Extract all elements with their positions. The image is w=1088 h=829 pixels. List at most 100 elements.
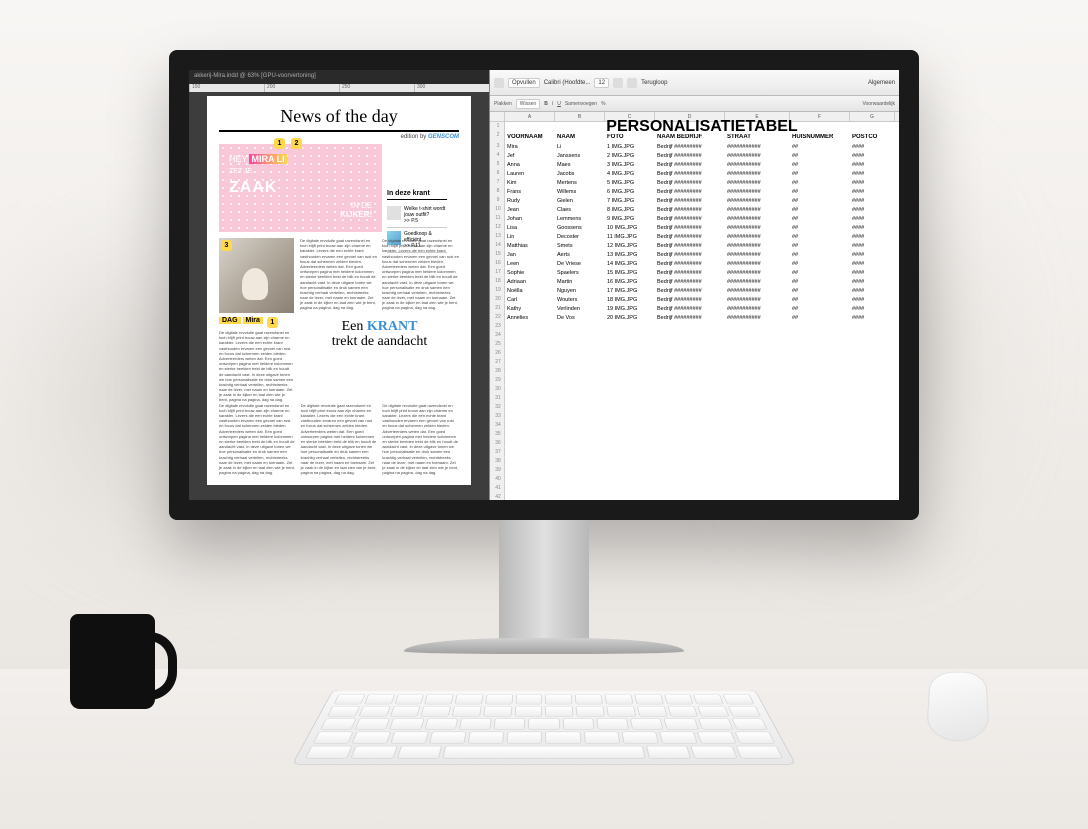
- cell[interactable]: ##: [790, 261, 850, 267]
- table-row[interactable]: 5AnnaMaes3 IMG.JPGBedrijf ##############…: [490, 160, 899, 169]
- cell[interactable]: 13 IMG.JPG: [605, 252, 655, 258]
- wissen-button[interactable]: Wissen: [516, 99, 540, 109]
- new-icon[interactable]: [494, 78, 504, 88]
- row-number[interactable]: 7: [490, 178, 505, 187]
- cell[interactable]: Johan: [505, 216, 555, 222]
- cell[interactable]: Aerts: [555, 252, 605, 258]
- cell[interactable]: ##: [790, 144, 850, 150]
- cell[interactable]: De Vos: [555, 315, 605, 321]
- table-row-empty[interactable]: 31: [490, 394, 899, 403]
- cell[interactable]: ###########: [725, 171, 790, 177]
- cell[interactable]: ###########: [725, 216, 790, 222]
- cell[interactable]: Noëlla: [505, 288, 555, 294]
- row-number[interactable]: 9: [490, 196, 505, 205]
- row-1-title[interactable]: 1 PERSONALISATIETABEL: [490, 122, 899, 131]
- table-row[interactable]: 6LaurenJacobs4 IMG.JPGBedrijf ##########…: [490, 169, 899, 178]
- table-row-empty[interactable]: 25: [490, 340, 899, 349]
- table-row[interactable]: 11JohanLemmens9 IMG.JPGBedrijf #########…: [490, 214, 899, 223]
- table-row[interactable]: 19NoëllaNguyen17 IMG.JPGBedrijf ########…: [490, 286, 899, 295]
- row-number[interactable]: 8: [490, 187, 505, 196]
- table-row[interactable]: 10JeanClaes8 IMG.JPGBedrijf ############…: [490, 205, 899, 214]
- cell[interactable]: Bedrijf #########: [655, 225, 725, 231]
- underline-icon[interactable]: U: [557, 101, 561, 107]
- table-row-empty[interactable]: 39: [490, 466, 899, 475]
- cell[interactable]: Verlinden: [555, 306, 605, 312]
- select-all[interactable]: [490, 112, 505, 121]
- row-number[interactable]: 6: [490, 169, 505, 178]
- cell[interactable]: Adriaan: [505, 279, 555, 285]
- cell[interactable]: ##: [790, 288, 850, 294]
- cell[interactable]: ####: [850, 180, 895, 186]
- cell[interactable]: Bedrijf #########: [655, 162, 725, 168]
- cell[interactable]: 9 IMG.JPG: [605, 216, 655, 222]
- cell[interactable]: Bedrijf #########: [655, 270, 725, 276]
- cell[interactable]: ##: [790, 162, 850, 168]
- table-row-empty[interactable]: 40: [490, 475, 899, 484]
- cell[interactable]: Bedrijf #########: [655, 252, 725, 258]
- row-number[interactable]: 33: [490, 412, 505, 421]
- table-row-empty[interactable]: 38: [490, 457, 899, 466]
- cell[interactable]: Jacobs: [555, 171, 605, 177]
- row-number[interactable]: 35: [490, 430, 505, 439]
- cell[interactable]: ##: [790, 216, 850, 222]
- cell[interactable]: Bedrijf #########: [655, 234, 725, 240]
- cell[interactable]: ####: [850, 216, 895, 222]
- cell[interactable]: 4 IMG.JPG: [605, 171, 655, 177]
- cell[interactable]: ###########: [725, 198, 790, 204]
- cell[interactable]: Nguyen: [555, 288, 605, 294]
- row-number[interactable]: 26: [490, 349, 505, 358]
- cell[interactable]: ####: [850, 144, 895, 150]
- row-number[interactable]: 36: [490, 439, 505, 448]
- cell[interactable]: ##: [790, 252, 850, 258]
- table-row[interactable]: 7KimMertens5 IMG.JPGBedrijf ############…: [490, 178, 899, 187]
- cell[interactable]: Sophie: [505, 270, 555, 276]
- table-row-empty[interactable]: 24: [490, 331, 899, 340]
- row-number[interactable]: 10: [490, 205, 505, 214]
- cell[interactable]: Claes: [555, 207, 605, 213]
- table-row[interactable]: 21KathyVerlinden19 IMG.JPGBedrijf ######…: [490, 304, 899, 313]
- table-row-empty[interactable]: 28: [490, 367, 899, 376]
- voorwaardelijk-button[interactable]: Voorwaardelijk: [862, 101, 895, 107]
- cell[interactable]: 3 IMG.JPG: [605, 162, 655, 168]
- cell[interactable]: Jan: [505, 252, 555, 258]
- table-row[interactable]: 20CarlWouters18 IMG.JPGBedrijf #########…: [490, 295, 899, 304]
- cell[interactable]: Li: [555, 144, 605, 150]
- cell[interactable]: ####: [850, 207, 895, 213]
- cell[interactable]: 7 IMG.JPG: [605, 198, 655, 204]
- cell[interactable]: Bedrijf #########: [655, 171, 725, 177]
- row-number[interactable]: 14: [490, 241, 505, 250]
- cell[interactable]: 2 IMG.JPG: [605, 153, 655, 159]
- samenvoegen-button[interactable]: Samenvoegen: [565, 101, 597, 107]
- row-number[interactable]: 15: [490, 250, 505, 259]
- cell[interactable]: ####: [850, 270, 895, 276]
- cell[interactable]: 12 IMG.JPG: [605, 243, 655, 249]
- table-row-empty[interactable]: 29: [490, 376, 899, 385]
- table-row-empty[interactable]: 26: [490, 349, 899, 358]
- cell[interactable]: ###########: [725, 225, 790, 231]
- cell[interactable]: 20 IMG.JPG: [605, 315, 655, 321]
- row-number[interactable]: 11: [490, 214, 505, 223]
- cell[interactable]: Decoster: [555, 234, 605, 240]
- table-row[interactable]: 13LinDecoster11 IMG.JPGBedrijf #########…: [490, 232, 899, 241]
- cell[interactable]: ####: [850, 153, 895, 159]
- row-number[interactable]: 13: [490, 232, 505, 241]
- cell[interactable]: Willems: [555, 189, 605, 195]
- cell[interactable]: ####: [850, 279, 895, 285]
- cell[interactable]: 19 IMG.JPG: [605, 306, 655, 312]
- row-number[interactable]: 23: [490, 322, 505, 331]
- row-number[interactable]: 27: [490, 358, 505, 367]
- row-number[interactable]: 12: [490, 223, 505, 232]
- cell[interactable]: ###########: [725, 180, 790, 186]
- cell[interactable]: ##: [790, 234, 850, 240]
- percent-button[interactable]: %: [601, 101, 605, 107]
- cell[interactable]: ##: [790, 297, 850, 303]
- opvullen-button[interactable]: Opvullen: [508, 78, 540, 88]
- table-row[interactable]: 14MatthiasSmets12 IMG.JPGBedrijf #######…: [490, 241, 899, 250]
- terugloop-button[interactable]: Terugloop: [641, 80, 667, 86]
- cell[interactable]: ##: [790, 180, 850, 186]
- table-row-empty[interactable]: 35: [490, 430, 899, 439]
- cell[interactable]: Anna: [505, 162, 555, 168]
- row-number[interactable]: 18: [490, 277, 505, 286]
- bold-icon[interactable]: B: [544, 101, 548, 107]
- plakken-button[interactable]: Plakken: [494, 101, 512, 107]
